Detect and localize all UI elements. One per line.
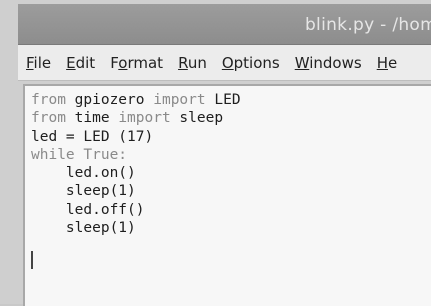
code-line: sleep(1) [31,219,241,237]
code-line: led.off() [31,201,241,219]
code-token: time [65,110,119,127]
menu-help[interactable]: He [369,54,405,72]
code-keyword: import [153,92,206,108]
code-line: led.on() [31,164,241,182]
menu-label: un [187,53,207,72]
menu-mnemonic: R [178,53,188,72]
menu-edit[interactable]: Edit [58,54,102,72]
menu-mnemonic: F [26,53,34,72]
menu-file[interactable]: File [18,54,58,72]
code-keyword: import [118,110,171,127]
code-line: led = LED (17) [31,128,241,146]
menu-label: e [387,53,398,72]
code-token: led.on() [31,165,136,182]
code-line: from gpiozero import LED [31,91,241,109]
code-token: led.off() [31,201,145,218]
menu-mnemonic: W [294,53,310,72]
text-cursor [31,251,33,269]
menu-windows[interactable]: Windows [287,54,369,72]
title-bar[interactable]: blink.py - /hom [18,4,431,45]
menu-bar: File Edit Format Run Options Windows He [18,45,431,81]
code-line: while True: [31,146,241,164]
menu-format[interactable]: Format [102,54,170,72]
idle-editor-window: blink.py - /hom File Edit Format Run Options… [0,0,431,306]
code-token: led = LED (17) [31,128,154,145]
menu-mnemonic: O [221,53,234,72]
code-line: from time import sleep [31,109,241,127]
code-token: sleep [170,110,224,127]
menu-options[interactable]: Options [214,54,287,72]
code-token: sleep(1) [31,183,136,200]
code-token: gpiozero [65,92,154,108]
code-keyword: from [31,92,66,108]
menu-mnemonic: H [376,53,388,72]
code-token: LED [205,92,241,108]
menu-label: dit [75,53,96,72]
menu-mnemonic: E [66,53,76,72]
window-title: blink.py - /hom [304,15,431,35]
menu-label: rmat [127,53,164,72]
menu-label: indows [309,53,362,72]
code-keyword: while True: [31,146,128,163]
code-token: sleep(1) [31,220,136,237]
code-keyword: from [31,110,66,127]
menu-label: ile [33,53,52,72]
code-text: from gpiozero import LED from time import… [31,91,241,237]
code-editor[interactable]: from gpiozero import LED from time import… [23,84,431,306]
code-line: sleep(1) [31,182,241,200]
menu-label: ptions [233,53,280,72]
menu-run[interactable]: Run [170,54,214,72]
